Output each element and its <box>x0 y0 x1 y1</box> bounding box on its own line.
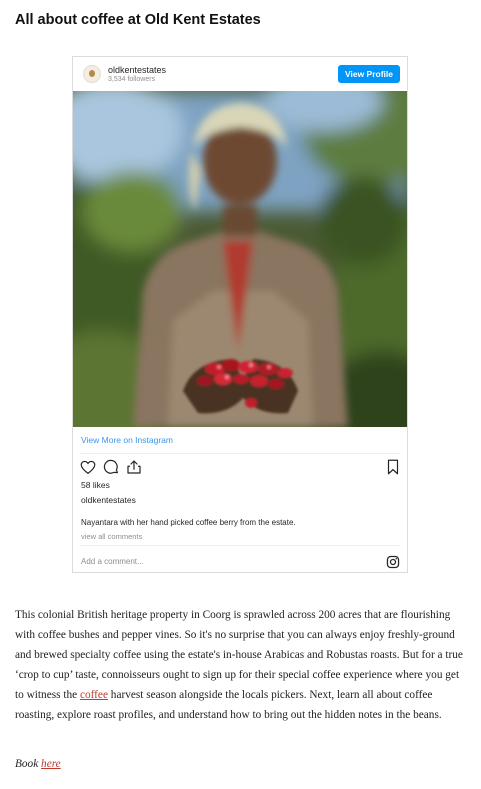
like-count: 58 likes <box>81 480 110 490</box>
share-icon[interactable] <box>125 458 143 476</box>
book-here-link[interactable]: here <box>41 758 61 770</box>
page-title: All about coffee at Old Kent Estates <box>15 12 261 28</box>
article-text: This colonial British heritage property … <box>15 609 463 701</box>
divider <box>80 453 400 454</box>
add-comment-input[interactable]: Add a comment... <box>81 557 144 566</box>
post-actions <box>79 458 401 476</box>
instagram-username[interactable]: oldkentestates <box>108 65 166 75</box>
comment-icon[interactable] <box>102 458 120 476</box>
instagram-embed: oldkentestates 3,534 followers View Prof… <box>72 56 408 573</box>
heart-icon[interactable] <box>79 458 97 476</box>
post-caption: Nayantara with her hand picked coffee be… <box>81 518 296 527</box>
instagram-header: oldkentestates 3,534 followers View Prof… <box>73 57 407 91</box>
coffee-link[interactable]: coffee <box>80 689 108 701</box>
instagram-logo-icon[interactable] <box>386 555 400 569</box>
view-all-comments-link[interactable]: view all comments <box>81 532 142 541</box>
divider <box>80 545 400 546</box>
avatar[interactable] <box>83 65 101 83</box>
book-line: Book here <box>15 758 61 770</box>
post-photo[interactable] <box>73 91 407 427</box>
view-more-on-instagram-link[interactable]: View More on Instagram <box>81 435 173 445</box>
coffee-picker-photo <box>73 91 407 427</box>
bookmark-icon[interactable] <box>384 458 402 476</box>
article-paragraph: This colonial British heritage property … <box>15 605 470 725</box>
view-profile-button[interactable]: View Profile <box>338 65 400 83</box>
post-owner-username[interactable]: oldkentestates <box>81 495 136 505</box>
book-prefix: Book <box>15 758 42 770</box>
follower-count: 3,534 followers <box>108 76 156 83</box>
